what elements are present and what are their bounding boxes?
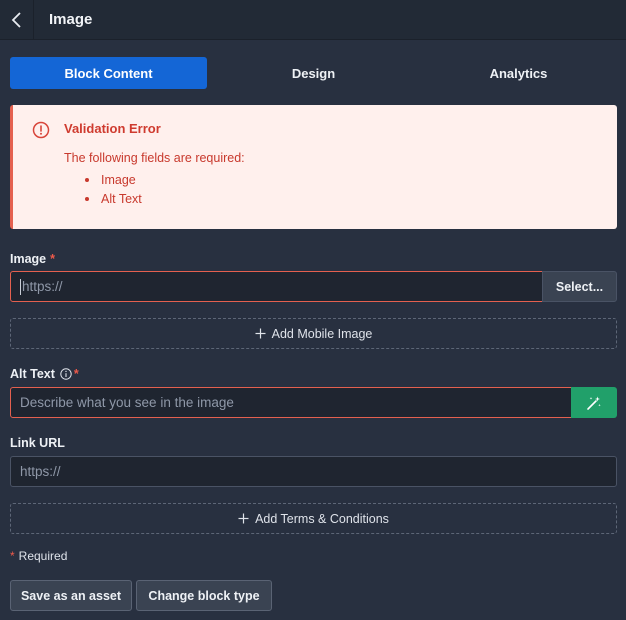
alert-message: The following fields are required: (64, 151, 245, 165)
plus-icon (255, 328, 266, 339)
ai-generate-alt-text-button[interactable] (571, 387, 617, 418)
add-terms-button[interactable]: Add Terms & Conditions (10, 503, 617, 534)
link-url-placeholder: https:// (20, 464, 61, 479)
required-mark: * (73, 367, 79, 381)
add-mobile-image-label: Add Mobile Image (271, 326, 373, 341)
list-item: Alt Text (85, 189, 142, 208)
tab-design[interactable]: Design (215, 57, 412, 89)
link-url-label: Link URL (10, 436, 65, 450)
link-url-input[interactable]: https:// (10, 456, 617, 487)
required-note-text: Required (18, 549, 68, 563)
save-as-asset-button[interactable]: Save as an asset (10, 580, 132, 611)
back-button[interactable] (0, 0, 34, 40)
page-title: Image (49, 11, 93, 28)
tab-bar: Block Content Design Analytics (10, 57, 617, 89)
image-url-input[interactable]: https:// (10, 271, 543, 302)
add-mobile-image-button[interactable]: Add Mobile Image (10, 318, 617, 349)
bullet-icon (85, 177, 89, 182)
tab-analytics[interactable]: Analytics (420, 57, 617, 89)
alert-circle-icon (32, 121, 50, 139)
alt-text-input[interactable]: Describe what you see in the image (10, 387, 572, 418)
bullet-icon (85, 196, 89, 201)
chevron-left-icon (11, 12, 21, 28)
change-block-type-button[interactable]: Change block type (136, 580, 272, 611)
image-label: Image * (10, 252, 55, 266)
image-url-placeholder: https:// (22, 279, 63, 294)
magic-wand-icon (587, 396, 601, 410)
alt-text-placeholder: Describe what you see in the image (20, 395, 234, 410)
validation-alert: Validation Error The following fields ar… (10, 105, 617, 229)
link-url-label-text: Link URL (10, 436, 65, 450)
select-image-button[interactable]: Select... (542, 271, 617, 302)
required-mark: * (10, 549, 15, 563)
alert-title: Validation Error (64, 121, 161, 136)
list-item-text: Image (101, 172, 136, 187)
required-note: * Required (10, 549, 67, 563)
alt-text-label-text: Alt Text (10, 367, 55, 381)
list-item-text: Alt Text (101, 191, 142, 206)
alert-list: Image Alt Text (85, 170, 142, 208)
alt-text-label: Alt Text * (10, 367, 79, 381)
image-label-text: Image (10, 252, 47, 266)
tab-block-content[interactable]: Block Content (10, 57, 207, 89)
list-item: Image (85, 170, 142, 189)
top-bar: Image (0, 0, 626, 40)
plus-icon (238, 513, 249, 524)
info-icon[interactable] (60, 368, 72, 380)
add-terms-label: Add Terms & Conditions (255, 511, 389, 526)
required-mark: * (50, 252, 56, 266)
text-caret (20, 278, 21, 295)
